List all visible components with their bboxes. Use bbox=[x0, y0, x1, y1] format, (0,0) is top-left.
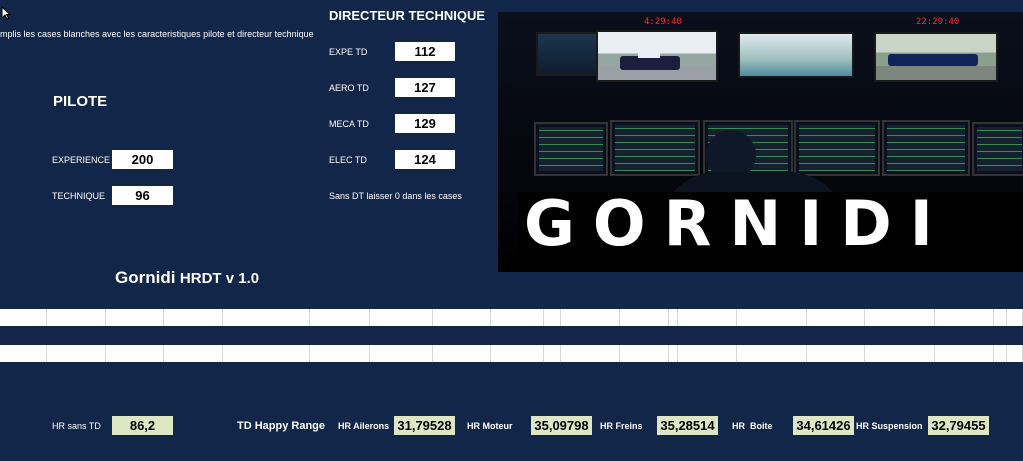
pilote-title: PILOTE bbox=[53, 93, 108, 110]
directeur-note: Sans DT laisser 0 dans les cases bbox=[329, 191, 462, 201]
aero-td-label: AERO TD bbox=[329, 83, 369, 93]
app-title-rest: HRDT v 1.0 bbox=[179, 270, 260, 287]
telemetry-monitor-1 bbox=[534, 122, 608, 176]
meca-td-label: MECA TD bbox=[329, 119, 369, 129]
mouse-cursor-icon bbox=[1, 5, 12, 25]
gornidi-logo: GORNIDI bbox=[518, 192, 1023, 256]
telemetry-monitor-4 bbox=[794, 120, 880, 176]
aero-td-input[interactable]: 127 bbox=[395, 78, 455, 97]
directeur-title: DIRECTEUR TECHNIQUE bbox=[329, 8, 486, 23]
telemetry-monitor-6 bbox=[972, 122, 1023, 176]
elec-td-label: ELEC TD bbox=[329, 155, 367, 165]
control-room-image: 4:29:40 22:29:40 GORNIDI bbox=[498, 12, 1023, 272]
clock-2: 22:29:40 bbox=[916, 17, 960, 27]
app-title-main: Gornidi bbox=[115, 268, 176, 287]
expe-td-label: EXPE TD bbox=[329, 47, 368, 57]
hr-ailerons-label: HR Ailerons bbox=[338, 421, 390, 431]
experience-label: EXPERIENCE bbox=[52, 155, 111, 165]
hr-moteur-value: 35,09798 bbox=[531, 416, 592, 435]
clock-1: 4:29:40 bbox=[644, 17, 682, 27]
grid-row-2 bbox=[0, 345, 1023, 362]
expe-td-input[interactable]: 112 bbox=[395, 42, 455, 61]
hr-boite-label: HR Boite bbox=[732, 421, 773, 431]
meca-td-input[interactable]: 129 bbox=[395, 114, 455, 133]
hr-sans-td-value: 86,2 bbox=[112, 416, 173, 435]
hr-freins-label: HR Freins bbox=[600, 421, 643, 431]
telemetry-monitor-5 bbox=[882, 120, 970, 176]
tv-screen-center bbox=[738, 32, 854, 78]
tv-screen-car-2 bbox=[874, 32, 998, 82]
experience-input[interactable]: 200 bbox=[112, 150, 173, 169]
hr-suspension-label: HR Suspension bbox=[856, 421, 923, 431]
td-happy-range-label: TD Happy Range bbox=[237, 420, 326, 432]
hr-moteur-label: HR Moteur bbox=[467, 421, 513, 431]
hr-boite-value: 34,61426 bbox=[793, 416, 854, 435]
app-title: Gornidi HRDT v 1.0 bbox=[115, 268, 259, 288]
grid-row-1 bbox=[0, 309, 1023, 326]
tv-screen-car-1 bbox=[596, 30, 718, 82]
hr-freins-value: 35,28514 bbox=[657, 416, 718, 435]
hr-ailerons-value: 31,79528 bbox=[394, 416, 455, 435]
tv-screen-left bbox=[536, 32, 600, 76]
technique-label: TECHNIQUE bbox=[52, 191, 106, 201]
hr-sans-td-label: HR sans TD bbox=[52, 421, 101, 431]
instruction-text: mplis les cases blanches avec les caract… bbox=[0, 29, 314, 39]
telemetry-monitor-2 bbox=[610, 120, 700, 176]
hr-suspension-value: 32,79455 bbox=[928, 416, 989, 435]
technique-input[interactable]: 96 bbox=[112, 186, 173, 205]
elec-td-input[interactable]: 124 bbox=[395, 150, 455, 169]
